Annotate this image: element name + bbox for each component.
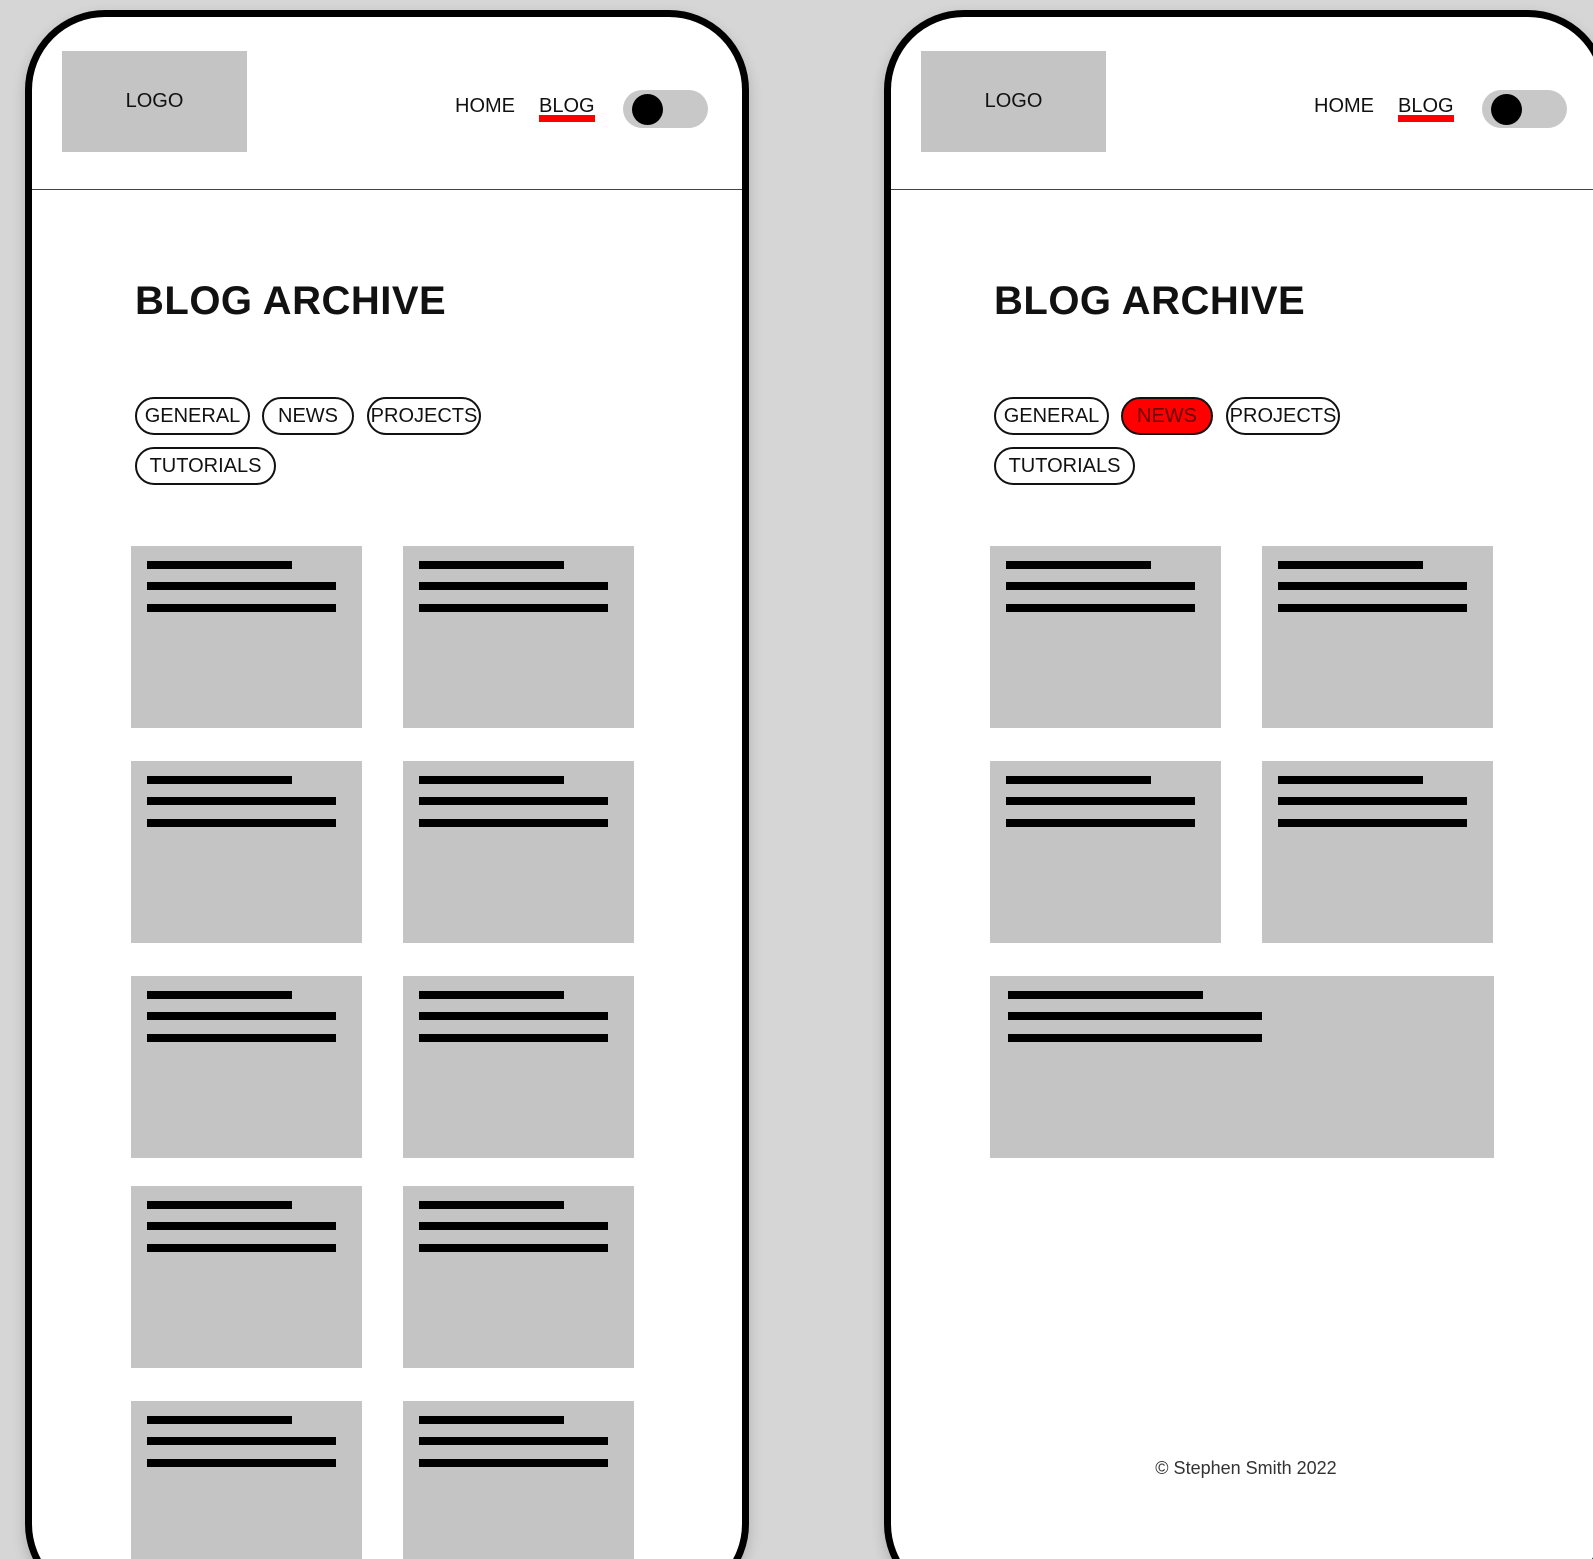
nav-blog-link[interactable]: BLOG (1398, 95, 1454, 122)
post-title-placeholder (1006, 561, 1151, 569)
post-excerpt-placeholder (147, 582, 336, 590)
post-excerpt-placeholder (147, 1012, 336, 1020)
post-excerpt-placeholder (1008, 1034, 1262, 1042)
post-title-placeholder (147, 561, 292, 569)
main-nav: HOME BLOG (1314, 95, 1454, 122)
post-excerpt-placeholder (419, 1459, 608, 1467)
post-excerpt-placeholder (419, 604, 608, 612)
filter-chip-tutorials[interactable]: TUTORIALS (135, 447, 276, 485)
post-card[interactable] (990, 546, 1221, 728)
post-title-placeholder (419, 776, 564, 784)
toggle-knob (1491, 94, 1522, 125)
post-excerpt-placeholder (419, 1012, 608, 1020)
post-card[interactable] (403, 761, 634, 943)
theme-toggle[interactable] (1482, 90, 1567, 128)
post-card[interactable] (403, 1401, 634, 1559)
logo[interactable]: LOGO (921, 51, 1106, 152)
post-title-placeholder (1006, 776, 1151, 784)
post-card[interactable] (990, 761, 1221, 943)
post-title-placeholder (419, 991, 564, 999)
post-title-placeholder (1008, 991, 1203, 999)
post-card[interactable] (131, 546, 362, 728)
post-title-placeholder (147, 1416, 292, 1424)
post-excerpt-placeholder (419, 819, 608, 827)
header-divider (32, 189, 742, 190)
post-excerpt-placeholder (147, 604, 336, 612)
filter-chip-general[interactable]: GENERAL (994, 397, 1109, 435)
post-excerpt-placeholder (419, 797, 608, 805)
toggle-knob (632, 94, 663, 125)
post-card[interactable] (131, 1401, 362, 1559)
post-excerpt-placeholder (1278, 604, 1467, 612)
post-card-featured[interactable] (990, 976, 1494, 1158)
nav-home-link[interactable]: HOME (1314, 95, 1374, 118)
nav-home-link[interactable]: HOME (455, 95, 515, 118)
page-title: BLOG ARCHIVE (994, 279, 1306, 323)
post-excerpt-placeholder (147, 1459, 336, 1467)
filter-chip-news[interactable]: NEWS (262, 397, 354, 435)
post-excerpt-placeholder (1006, 819, 1195, 827)
filter-chip-general[interactable]: GENERAL (135, 397, 250, 435)
post-card[interactable] (403, 976, 634, 1158)
footer-copyright: © Stephen Smith 2022 (1155, 1458, 1337, 1478)
post-excerpt-placeholder (419, 1437, 608, 1445)
post-excerpt-placeholder (1006, 797, 1195, 805)
post-excerpt-placeholder (1006, 582, 1195, 590)
post-title-placeholder (1278, 776, 1423, 784)
header-divider (891, 189, 1593, 190)
post-card[interactable] (131, 976, 362, 1158)
post-title-placeholder (419, 1201, 564, 1209)
post-title-placeholder (419, 1416, 564, 1424)
filter-chip-projects[interactable]: PROJECTS (367, 397, 481, 435)
post-card[interactable] (403, 1186, 634, 1368)
post-excerpt-placeholder (419, 1034, 608, 1042)
page-title: BLOG ARCHIVE (135, 279, 447, 323)
logo[interactable]: LOGO (62, 51, 247, 152)
post-card[interactable] (131, 1186, 362, 1368)
post-excerpt-placeholder (419, 1244, 608, 1252)
filter-chip-tutorials[interactable]: TUTORIALS (994, 447, 1135, 485)
main-nav: HOME BLOG (455, 95, 595, 122)
post-excerpt-placeholder (147, 1034, 336, 1042)
post-card[interactable] (403, 546, 634, 728)
wireframe-canvas: LOGO HOME BLOG BLOG ARCHIVE GENERAL NEWS… (0, 0, 1593, 1559)
post-card[interactable] (1262, 546, 1493, 728)
post-excerpt-placeholder (419, 1222, 608, 1230)
theme-toggle[interactable] (623, 90, 708, 128)
post-excerpt-placeholder (1006, 604, 1195, 612)
post-excerpt-placeholder (147, 1437, 336, 1445)
post-title-placeholder (147, 991, 292, 999)
post-excerpt-placeholder (1278, 819, 1467, 827)
post-excerpt-placeholder (147, 819, 336, 827)
post-title-placeholder (419, 561, 564, 569)
post-title-placeholder (147, 1201, 292, 1209)
phone-screen-all-posts: LOGO HOME BLOG BLOG ARCHIVE GENERAL NEWS… (25, 10, 749, 1559)
post-excerpt-placeholder (147, 797, 336, 805)
post-card[interactable] (131, 761, 362, 943)
post-excerpt-placeholder (1278, 797, 1467, 805)
post-excerpt-placeholder (1008, 1012, 1262, 1020)
post-excerpt-placeholder (1278, 582, 1467, 590)
post-card[interactable] (1262, 761, 1493, 943)
post-excerpt-placeholder (147, 1222, 336, 1230)
nav-blog-link[interactable]: BLOG (539, 95, 595, 122)
phone-screen-news-filter: LOGO HOME BLOG BLOG ARCHIVE GENERAL NEWS… (884, 10, 1593, 1559)
post-title-placeholder (147, 776, 292, 784)
post-excerpt-placeholder (147, 1244, 336, 1252)
post-title-placeholder (1278, 561, 1423, 569)
filter-chip-projects[interactable]: PROJECTS (1226, 397, 1340, 435)
post-excerpt-placeholder (419, 582, 608, 590)
filter-chip-news[interactable]: NEWS (1121, 397, 1213, 435)
